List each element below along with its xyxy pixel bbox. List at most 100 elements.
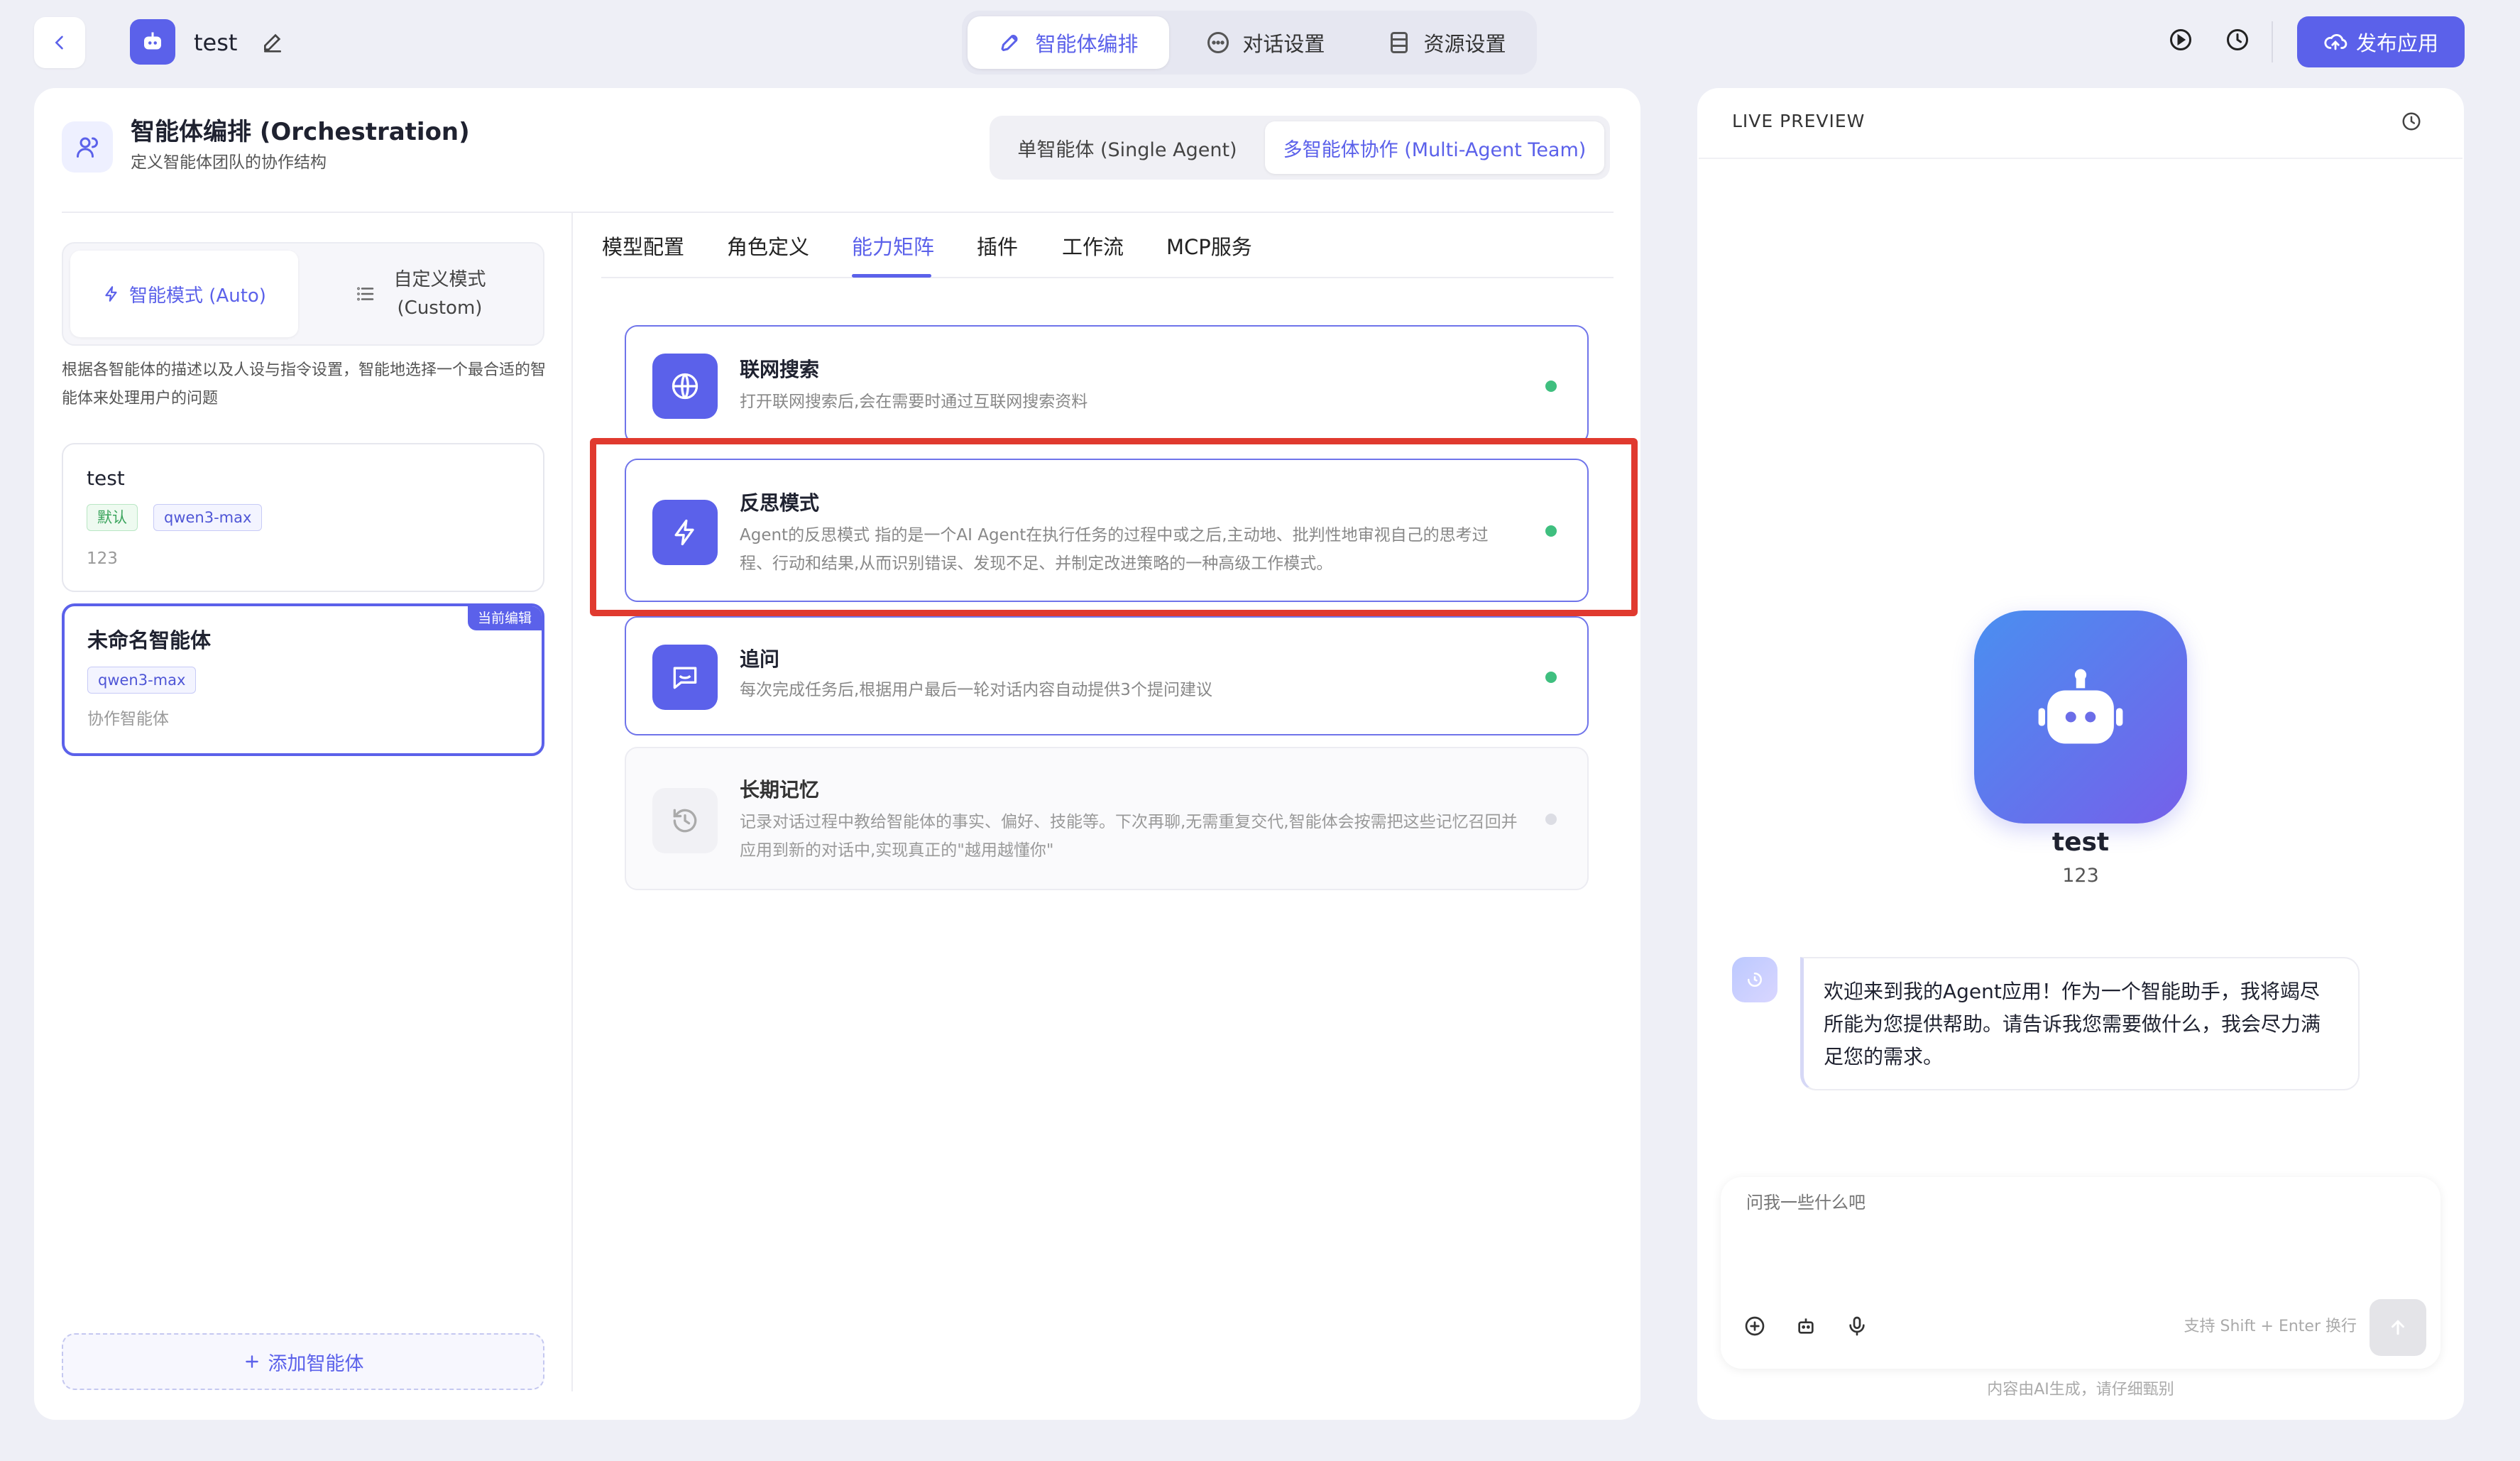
chevron-left-icon [50, 33, 70, 53]
mode-auto-label: 智能模式 (Auto) [129, 285, 266, 307]
pencil-icon [261, 31, 284, 53]
capability-desc: 打开联网搜索后,会在需要时通过互联网搜索资料 [740, 393, 1088, 411]
capability-desc: 每次完成任务后,根据用户最后一轮对话内容自动提供3个提问建议 [740, 681, 1212, 699]
agent-mode-toggle: 单智能体 (Single Agent) 多智能体协作 (Multi-Agent … [990, 116, 1610, 180]
history-icon [669, 805, 701, 836]
orchestration-title: 智能体编排 (Orchestration) [131, 118, 470, 146]
mode-custom-sublabel: (Custom) [397, 297, 483, 319]
multi-agent-option[interactable]: 多智能体协作 (Multi-Agent Team) [1265, 121, 1604, 174]
tab-label: 对话设置 [1242, 32, 1325, 56]
agent-card-active[interactable]: 当前编辑 未命名智能体 qwen3-max 协作智能体 [62, 603, 544, 756]
status-dot-disabled [1545, 814, 1557, 825]
capability-title: 联网搜索 [740, 358, 820, 381]
routing-description: 根据各智能体的描述以及人设与指令设置，智能地选择一个最合适的智能体来处理用户的问… [62, 361, 547, 407]
chat-bubble-icon [669, 662, 701, 693]
edit-title-button[interactable] [261, 31, 284, 53]
model-tag: qwen3-max [87, 667, 197, 694]
status-dot-enabled [1545, 672, 1557, 683]
send-button[interactable] [2370, 1299, 2426, 1356]
bot-avatar [1732, 957, 1777, 1002]
agent-switch-button[interactable] [1795, 1315, 1817, 1337]
back-button[interactable] [34, 17, 85, 68]
robot-icon [2027, 664, 2134, 770]
column-divider [571, 213, 573, 1391]
clock-icon [2401, 111, 2422, 132]
preview-agent-avatar [1974, 611, 2187, 823]
orchestration-subtitle: 定义智能体团队的协作结构 [131, 153, 327, 172]
preview-agent-name: test [2051, 828, 2110, 857]
voice-input-button[interactable] [1846, 1315, 1868, 1337]
tab-resource-settings[interactable]: 资源设置 [1362, 16, 1531, 69]
preview-history-button[interactable] [2401, 111, 2422, 132]
microphone-icon [1846, 1315, 1868, 1337]
history-button[interactable] [2225, 27, 2250, 53]
plus-icon [243, 1352, 261, 1371]
single-agent-label: 单智能体 (Single Agent) [1017, 138, 1237, 161]
capability-title: 长期记忆 [740, 778, 820, 801]
capability-card-follow-up[interactable]: 追问 每次完成任务后,根据用户最后一轮对话内容自动提供3个提问建议 [625, 616, 1589, 735]
app-avatar [130, 19, 175, 65]
agent-desc: 协作智能体 [87, 710, 169, 728]
ai-disclaimer: 内容由AI生成，请仔细甄别 [1987, 1381, 2174, 1399]
app-title: test [194, 29, 238, 56]
add-attachment-button[interactable] [1743, 1315, 1766, 1337]
clock-icon [2225, 27, 2250, 53]
input-hint: 支持 Shift + Enter 换行 [2184, 1318, 2357, 1335]
capability-desc: 记录对话过程中教给智能体的事实、偏好、技能等。下次再聊,无需重复交代,智能体会按… [740, 813, 1518, 860]
single-agent-option[interactable]: 单智能体 (Single Agent) [995, 121, 1259, 174]
run-button[interactable] [2168, 27, 2193, 53]
tab-label: 资源设置 [1423, 32, 1506, 56]
add-agent-button[interactable]: 添加智能体 [62, 1333, 544, 1390]
list-icon [355, 283, 376, 305]
chat-bubble-icon [1205, 30, 1231, 55]
rocket-icon [998, 30, 1024, 55]
highlight-box [590, 438, 1638, 616]
mode-custom-option[interactable]: 自定义模式 (Custom) [305, 251, 536, 337]
capability-icon-box [652, 354, 718, 419]
live-preview-label: LIVE PREVIEW [1732, 111, 1866, 131]
globe-icon [669, 371, 701, 402]
main-tab-bar: 智能体编排 对话设置 资源设置 [962, 11, 1537, 75]
current-edit-badge: 当前编辑 [467, 606, 542, 630]
welcome-message: 欢迎来到我的Agent应用！作为一个智能助手，我将竭尽所能为您提供帮助。请告诉我… [1800, 957, 2360, 1090]
tab-role-definition[interactable]: 角色定义 [727, 233, 809, 261]
robot-icon [1795, 1315, 1817, 1337]
play-circle-icon [2168, 27, 2193, 53]
tab-plugins[interactable]: 插件 [977, 233, 1018, 261]
publish-button[interactable]: 发布应用 [2297, 16, 2465, 67]
welcome-text: 欢迎来到我的Agent应用！作为一个智能助手，我将竭尽所能为您提供帮助。请告诉我… [1824, 980, 2321, 1068]
divider [2272, 21, 2273, 62]
plus-circle-icon [1743, 1315, 1766, 1337]
capability-card-long-term-memory[interactable]: 长期记忆 记录对话过程中教给智能体的事实、偏好、技能等。下次再聊,无需重复交代,… [625, 747, 1589, 890]
capability-title: 追问 [740, 647, 780, 671]
tab-mcp[interactable]: MCP服务 [1166, 233, 1252, 261]
preview-agent-desc: 123 [2062, 865, 2099, 887]
agent-name: test [87, 466, 125, 490]
agent-card[interactable]: test 默认 qwen3-max 123 [62, 443, 544, 592]
cloud-upload-icon [2323, 30, 2348, 54]
publish-label: 发布应用 [2355, 31, 2438, 55]
status-dot-enabled [1545, 381, 1557, 392]
capability-icon-box [652, 645, 718, 710]
database-icon [1386, 30, 1412, 55]
add-agent-label: 添加智能体 [268, 1352, 364, 1375]
tab-chat-settings[interactable]: 对话设置 [1173, 16, 1357, 69]
users-icon [75, 134, 100, 160]
robot-icon [140, 29, 165, 55]
preview-header-divider [1699, 158, 2463, 159]
header-divider [62, 212, 1614, 213]
capability-card-web-search[interactable]: 联网搜索 打开联网搜索后,会在需要时通过互联网搜索资料 [625, 325, 1589, 444]
capability-icon-box [652, 788, 718, 853]
routing-mode-selector: 智能模式 (Auto) 自定义模式 (Custom) [62, 242, 544, 346]
mode-auto-option[interactable]: 智能模式 (Auto) [70, 251, 298, 337]
tab-workflow[interactable]: 工作流 [1062, 233, 1124, 261]
multi-agent-label: 多智能体协作 (Multi-Agent Team) [1283, 138, 1587, 161]
default-tag: 默认 [87, 504, 138, 531]
chat-input[interactable] [1746, 1190, 2414, 1289]
tab-model-config[interactable]: 模型配置 [602, 233, 684, 261]
agent-name: 未命名智能体 [87, 628, 212, 652]
tab-capability-matrix[interactable]: 能力矩阵 [852, 233, 934, 261]
mode-custom-label: 自定义模式 [393, 269, 486, 290]
lightning-icon [102, 285, 121, 303]
tab-orchestration[interactable]: 智能体编排 [968, 16, 1169, 69]
